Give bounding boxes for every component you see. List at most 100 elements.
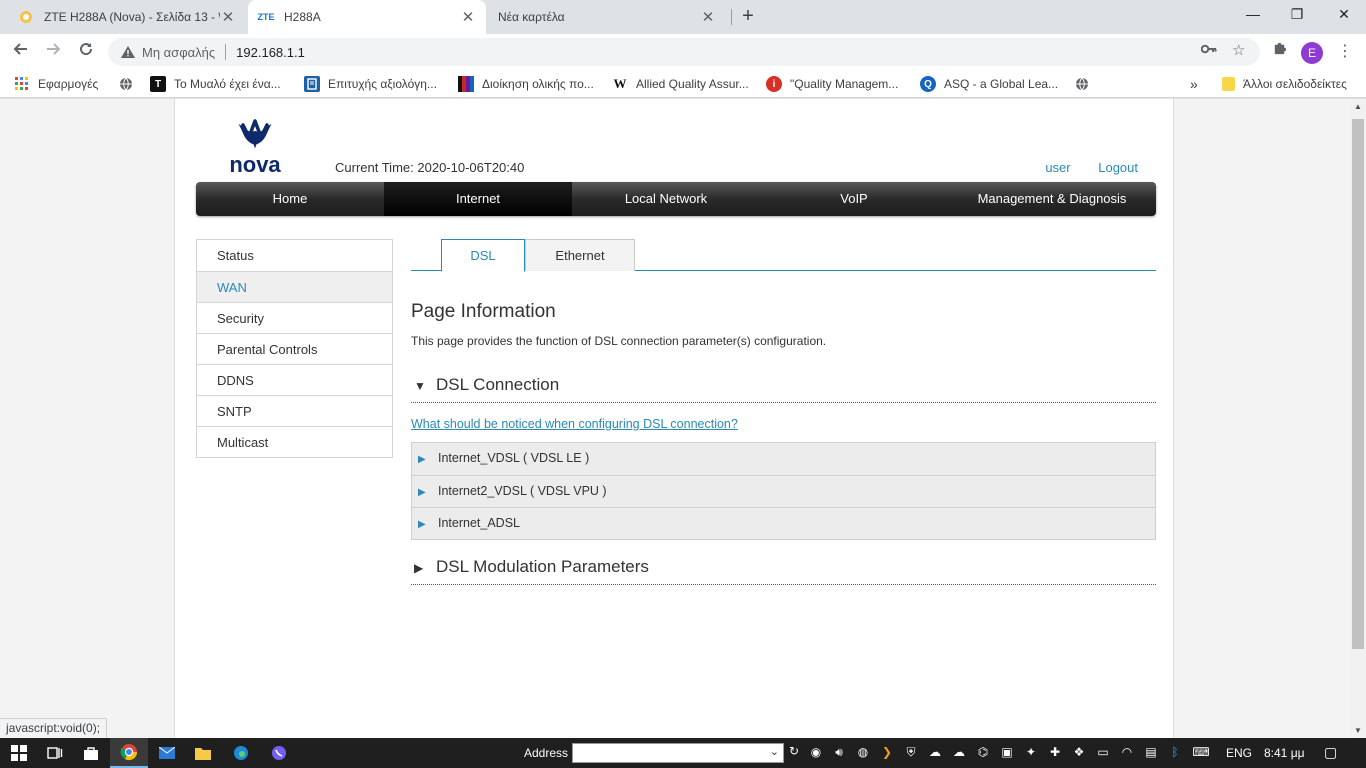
bookmark-quality-management[interactable]: i "Quality Managem... [766, 76, 898, 92]
viber-icon[interactable] [260, 738, 298, 768]
status-bubble: javascript:void(0); [0, 718, 108, 738]
volume-icon[interactable]: 🔊︎ [830, 745, 848, 760]
not-secure-label[interactable]: Μη ασφαλής [142, 45, 215, 60]
keyboard-icon[interactable]: ⌨ [1192, 745, 1210, 759]
back-button[interactable] [10, 41, 32, 63]
side-item-multicast[interactable]: Multicast [197, 426, 392, 457]
side-item-sntp[interactable]: SNTP [197, 395, 392, 426]
connection-row[interactable]: ▶ Internet_ADSL [412, 507, 1155, 539]
tools-tray-icon[interactable]: ✚ [1046, 745, 1064, 759]
mail-icon[interactable] [148, 738, 186, 768]
taskbar-address-input[interactable]: ⌄ [572, 743, 784, 763]
bookmark-dioikisi[interactable]: Διοίκηση ολικής πο... [458, 76, 594, 92]
side-item-security[interactable]: Security [197, 302, 392, 333]
task-view-icon[interactable] [36, 738, 74, 768]
app-tray-icon[interactable]: ✦ [1022, 745, 1040, 759]
bookmark-apps[interactable]: Εφαρμογές [14, 76, 98, 92]
windows-start-icon[interactable] [0, 738, 38, 768]
taskbar-clock[interactable]: 8:41 μμ [1264, 746, 1305, 760]
security-tray-icon[interactable]: ▣ [998, 745, 1016, 759]
other-bookmarks[interactable]: Άλλοι σελιδοδείκτες [1222, 76, 1347, 92]
forward-button[interactable] [42, 41, 64, 63]
tab-dsl[interactable]: DSL [441, 239, 525, 272]
tab-separator [731, 9, 732, 25]
dsl-modulation-section[interactable]: ▶ DSL Modulation Parameters [411, 557, 1156, 585]
nav-management-diagnosis[interactable]: Management & Diagnosis [948, 182, 1156, 216]
close-window-button[interactable]: ✕ [1334, 6, 1354, 23]
bookmark-allied-quality[interactable]: W Allied Quality Assur... [612, 76, 749, 92]
restore-button[interactable]: ❐ [1287, 6, 1307, 23]
t-logo-icon: T [150, 76, 166, 92]
address-go-icon[interactable]: ↻ [786, 744, 802, 762]
bluetooth-icon[interactable]: ᛒ [1166, 745, 1184, 759]
browser-tab-h288a[interactable]: ZTE H288A ✕ [248, 0, 486, 34]
browser-tab-forum[interactable]: ZTE H288A (Nova) - Σελίδα 13 - \ ✕ [8, 0, 246, 34]
remote-tray-icon[interactable]: ▤ [1142, 745, 1160, 759]
user-link[interactable]: user [1045, 160, 1070, 175]
bookmark-epityxis[interactable]: Επιτυχής αξιολόγη... [304, 76, 437, 92]
cloud-icon[interactable]: ☁ [950, 745, 968, 759]
chrome-menu-icon[interactable]: ⋮ [1334, 41, 1356, 63]
arrow-tray-icon[interactable]: ❯ [878, 745, 896, 759]
minimize-button[interactable]: — [1243, 6, 1263, 22]
browser-tab-new[interactable]: Νέα καρτέλα ✕ [488, 0, 726, 34]
side-item-parental-controls[interactable]: Parental Controls [197, 333, 392, 364]
edge-icon[interactable] [222, 738, 260, 768]
dsl-connection-section[interactable]: ▼ DSL Connection [411, 375, 1156, 403]
scroll-up-icon[interactable]: ▲ [1350, 99, 1366, 115]
tab-ethernet[interactable]: Ethernet [525, 239, 635, 271]
bookmark-label: "Quality Managem... [790, 77, 899, 91]
connection-row[interactable]: ▶ Internet_VDSL ( VDSL LE ) [412, 443, 1155, 475]
nav-local-network[interactable]: Local Network [572, 182, 760, 216]
dsl-help-link[interactable]: What should be noticed when configuring … [411, 417, 738, 431]
bookmark-asq[interactable]: Q ASQ - a Global Lea... [920, 76, 1058, 92]
network-tray-icon[interactable]: ⌬ [974, 745, 992, 759]
key-icon[interactable] [1200, 42, 1217, 59]
wifi-icon[interactable]: ◠ [1118, 745, 1136, 759]
side-item-ddns[interactable]: DDNS [197, 364, 392, 395]
bookmark-star-icon[interactable]: ☆ [1232, 41, 1245, 59]
address-bar[interactable]: Μη ασφαλής 192.168.1.1 [108, 38, 1260, 66]
nav-voip[interactable]: VoIP [760, 182, 948, 216]
extensions-puzzle-icon[interactable] [1268, 41, 1290, 63]
url-text[interactable]: 192.168.1.1 [236, 45, 305, 60]
main-content: DSL Ethernet Page Information This page … [411, 239, 1156, 585]
page-scrollbar[interactable]: ▲ ▼ [1350, 99, 1366, 739]
logout-link[interactable]: Logout [1098, 160, 1138, 175]
bookmark-to-myalo[interactable]: T Το Μυαλό έχει ένα... [150, 76, 281, 92]
viber-tray-icon[interactable]: ◍ [854, 745, 872, 759]
close-tab-icon[interactable]: ✕ [700, 8, 716, 26]
page-description: This page provides the function of DSL c… [411, 334, 827, 348]
expand-arrow-icon: ▶ [418, 519, 426, 530]
tray-app-icon[interactable]: ◉ [807, 745, 825, 759]
shield-icon[interactable]: ⛨ [902, 745, 920, 760]
bookmarks-overflow-button[interactable]: » [1190, 76, 1198, 92]
close-tab-icon[interactable]: ✕ [460, 8, 476, 26]
nav-internet[interactable]: Internet [384, 182, 572, 216]
battery-icon[interactable]: ▭ [1094, 745, 1112, 759]
new-tab-button[interactable]: + [738, 6, 758, 27]
side-item-status[interactable]: Status [197, 240, 392, 271]
zte-favicon-icon: ZTE [257, 12, 275, 22]
bookmark-label: Άλλοι σελιδοδείκτες [1243, 77, 1347, 91]
bookmark-label: Εφαρμογές [38, 77, 99, 91]
input-language[interactable]: ENG [1226, 746, 1252, 760]
side-item-wan[interactable]: WAN [197, 271, 392, 302]
chrome-taskbar-icon[interactable] [110, 738, 148, 768]
connection-row[interactable]: ▶ Internet2_VDSL ( VDSL VPU ) [412, 475, 1155, 507]
scroll-thumb[interactable] [1352, 119, 1364, 649]
cloud-sync-icon[interactable]: ☁ [926, 745, 944, 759]
bookmark-globe-1[interactable] [118, 76, 142, 92]
profile-avatar[interactable]: E [1301, 42, 1323, 64]
nav-home[interactable]: Home [196, 182, 384, 216]
file-explorer-icon[interactable] [184, 738, 222, 768]
store-icon[interactable] [72, 738, 110, 768]
reload-button[interactable] [75, 41, 97, 63]
notifications-icon[interactable]: ▢ [1324, 744, 1337, 761]
dropbox-icon[interactable]: ❖ [1070, 745, 1088, 759]
connection-name: Internet_ADSL [438, 516, 520, 530]
scroll-down-icon[interactable]: ▼ [1350, 723, 1366, 739]
chevron-down-icon[interactable]: ⌄ [770, 745, 779, 758]
bookmark-globe-2[interactable] [1074, 76, 1098, 92]
close-tab-icon[interactable]: ✕ [220, 8, 236, 26]
